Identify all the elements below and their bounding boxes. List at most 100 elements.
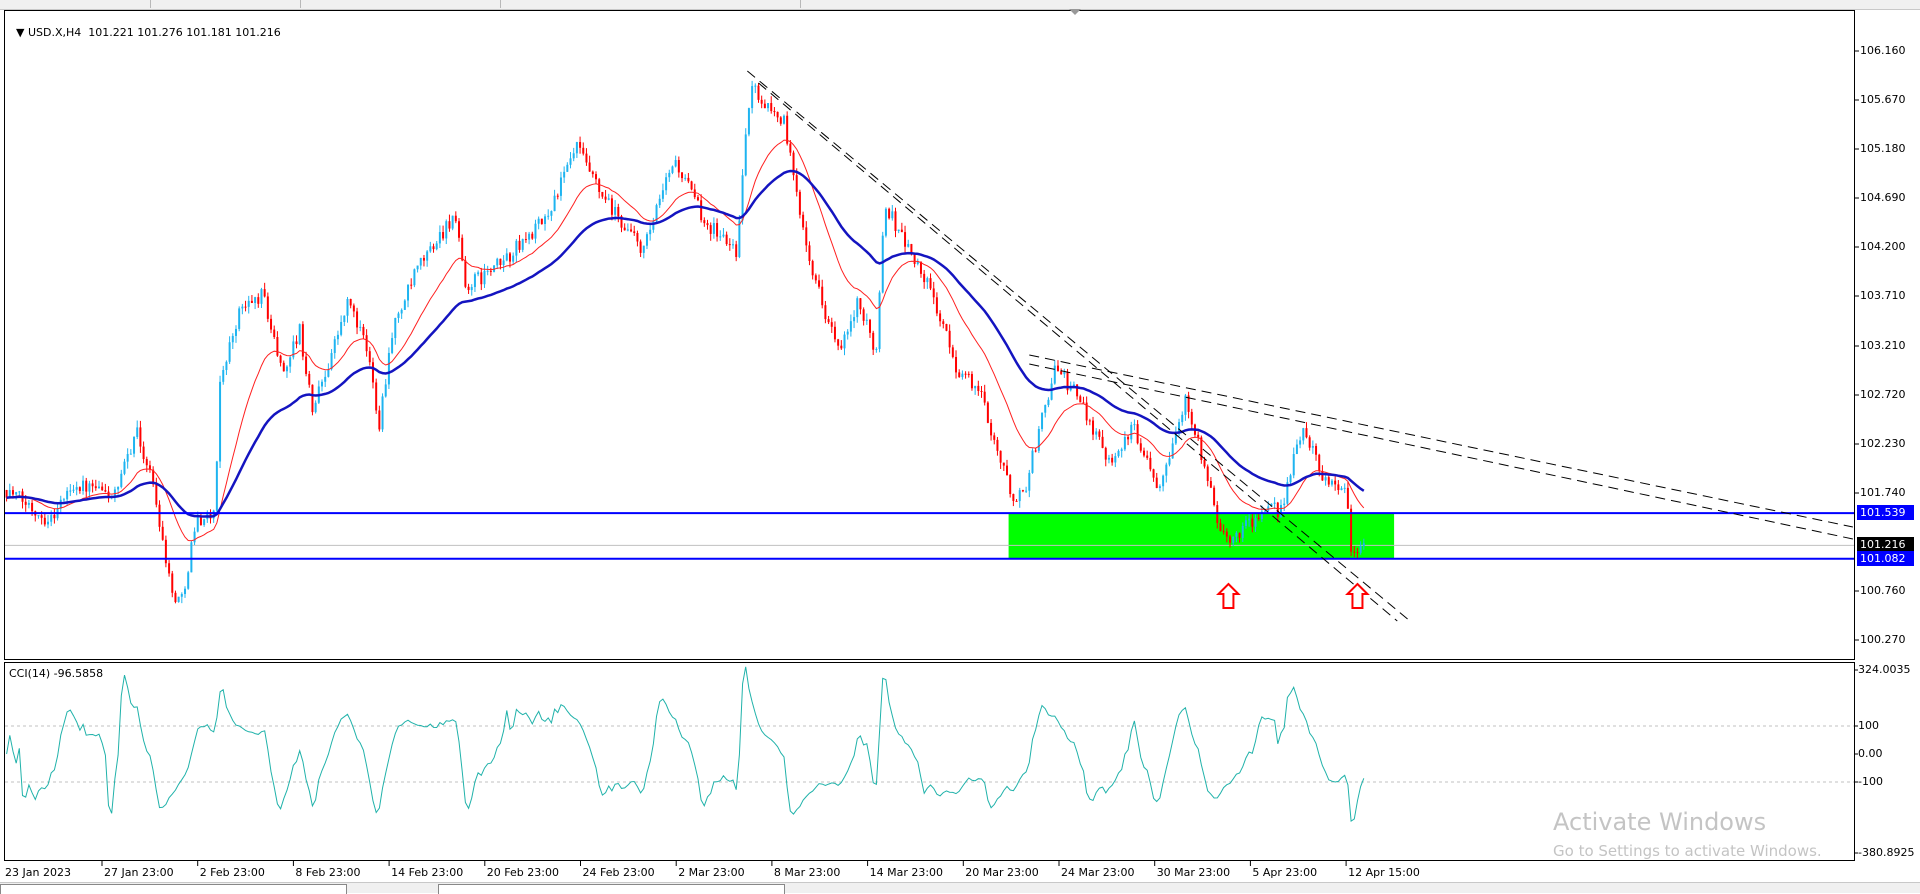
candle-body bbox=[582, 147, 585, 154]
candlestick bbox=[668, 169, 671, 182]
up-arrow-icon bbox=[1345, 582, 1370, 609]
candlestick bbox=[878, 290, 881, 353]
candle-body bbox=[1088, 420, 1091, 422]
candlestick bbox=[900, 222, 903, 233]
candle-body bbox=[362, 326, 365, 336]
candle-body bbox=[1130, 424, 1133, 440]
candle-body bbox=[470, 287, 473, 291]
candlestick bbox=[126, 448, 129, 469]
time-axis-label: 30 Mar 23:00 bbox=[1156, 866, 1231, 879]
candlestick bbox=[187, 570, 190, 590]
candlestick bbox=[91, 479, 94, 493]
candlestick bbox=[642, 245, 645, 259]
candle-body bbox=[856, 298, 859, 318]
candle-body bbox=[66, 490, 69, 500]
candle-body bbox=[1142, 450, 1145, 456]
cci-axis-label: 324.0035 bbox=[1858, 663, 1911, 676]
dropdown-triangle-icon[interactable]: ▼ bbox=[16, 26, 28, 39]
candlestick bbox=[846, 329, 849, 340]
candlestick bbox=[553, 189, 556, 212]
candlestick bbox=[732, 239, 735, 249]
candlestick bbox=[935, 292, 938, 317]
candlestick bbox=[849, 314, 852, 337]
candlestick bbox=[496, 257, 499, 270]
price-axis-label: 105.180 bbox=[1860, 142, 1906, 155]
candle-body bbox=[1021, 490, 1024, 492]
candle-body bbox=[1053, 365, 1056, 384]
candlestick bbox=[82, 475, 85, 495]
candlestick bbox=[942, 319, 945, 329]
candle-body bbox=[1229, 536, 1232, 543]
candle-body bbox=[1037, 428, 1040, 451]
candlestick bbox=[808, 241, 811, 266]
candle-body bbox=[1012, 494, 1015, 501]
candlestick bbox=[540, 218, 543, 225]
candlestick bbox=[419, 257, 422, 270]
candlestick bbox=[254, 296, 257, 310]
candlestick bbox=[747, 107, 750, 137]
candlestick bbox=[891, 205, 894, 221]
candlestick bbox=[1158, 484, 1161, 492]
candlestick bbox=[1162, 474, 1165, 492]
candlestick bbox=[1053, 360, 1056, 385]
activate-windows-subtitle: Go to Settings to activate Windows. bbox=[1553, 842, 1822, 860]
candlestick bbox=[199, 512, 202, 526]
candlestick bbox=[458, 218, 461, 242]
candle-body bbox=[693, 189, 696, 198]
candle-body bbox=[426, 251, 429, 261]
candle-body bbox=[630, 229, 633, 232]
candlestick bbox=[802, 211, 805, 231]
chart-window-tab[interactable] bbox=[438, 884, 785, 894]
candle-body bbox=[136, 427, 139, 437]
candle-body bbox=[767, 103, 770, 109]
chart-shift-marker-icon[interactable] bbox=[1069, 9, 1081, 15]
candle-body bbox=[88, 483, 91, 492]
candlestick bbox=[164, 535, 167, 568]
candle-body bbox=[888, 208, 891, 219]
candle-body bbox=[391, 338, 394, 353]
candle-body bbox=[1353, 551, 1356, 553]
candle-body bbox=[970, 374, 973, 389]
candle-body bbox=[604, 196, 607, 200]
candlestick bbox=[1168, 451, 1171, 467]
candle-body bbox=[821, 286, 824, 306]
candle-body bbox=[674, 160, 677, 167]
candlestick bbox=[371, 357, 374, 389]
candlestick bbox=[633, 225, 636, 236]
candle-body bbox=[1149, 457, 1152, 470]
chart-window-tab[interactable] bbox=[0, 884, 347, 894]
candle-body bbox=[1107, 457, 1110, 460]
candlestick bbox=[327, 363, 330, 378]
candlestick bbox=[865, 313, 868, 325]
candlestick bbox=[1337, 480, 1340, 495]
time-axis-label: 8 Mar 23:00 bbox=[773, 866, 841, 879]
candlestick bbox=[1111, 453, 1114, 466]
candle-body bbox=[422, 257, 425, 261]
candlestick bbox=[843, 331, 846, 356]
candle-body bbox=[416, 265, 419, 270]
candlestick bbox=[1292, 447, 1295, 479]
price-axis-label: 103.710 bbox=[1860, 289, 1906, 302]
candle-body bbox=[610, 198, 613, 215]
candlestick bbox=[932, 281, 935, 305]
cci-axis-label: -100 bbox=[1858, 775, 1883, 788]
candle-body bbox=[579, 142, 582, 148]
candle-body bbox=[607, 198, 610, 200]
support-zone-rectangle bbox=[1008, 513, 1395, 559]
candle-body bbox=[575, 142, 578, 154]
candlestick bbox=[129, 449, 132, 455]
main-plot bbox=[5, 70, 1854, 622]
candlestick bbox=[722, 227, 725, 238]
candle-body bbox=[1295, 444, 1298, 455]
fast-moving-average-line bbox=[6, 139, 1365, 542]
chart-canvas[interactable] bbox=[0, 0, 1920, 892]
candle-body bbox=[1031, 450, 1034, 473]
candle-body bbox=[569, 158, 572, 165]
candlestick bbox=[171, 570, 174, 598]
candlestick bbox=[773, 107, 776, 117]
candlestick bbox=[1031, 448, 1034, 474]
candle-body bbox=[515, 240, 518, 256]
candlestick bbox=[410, 278, 413, 290]
candle-body bbox=[1327, 477, 1330, 485]
candle-body bbox=[1120, 449, 1123, 451]
